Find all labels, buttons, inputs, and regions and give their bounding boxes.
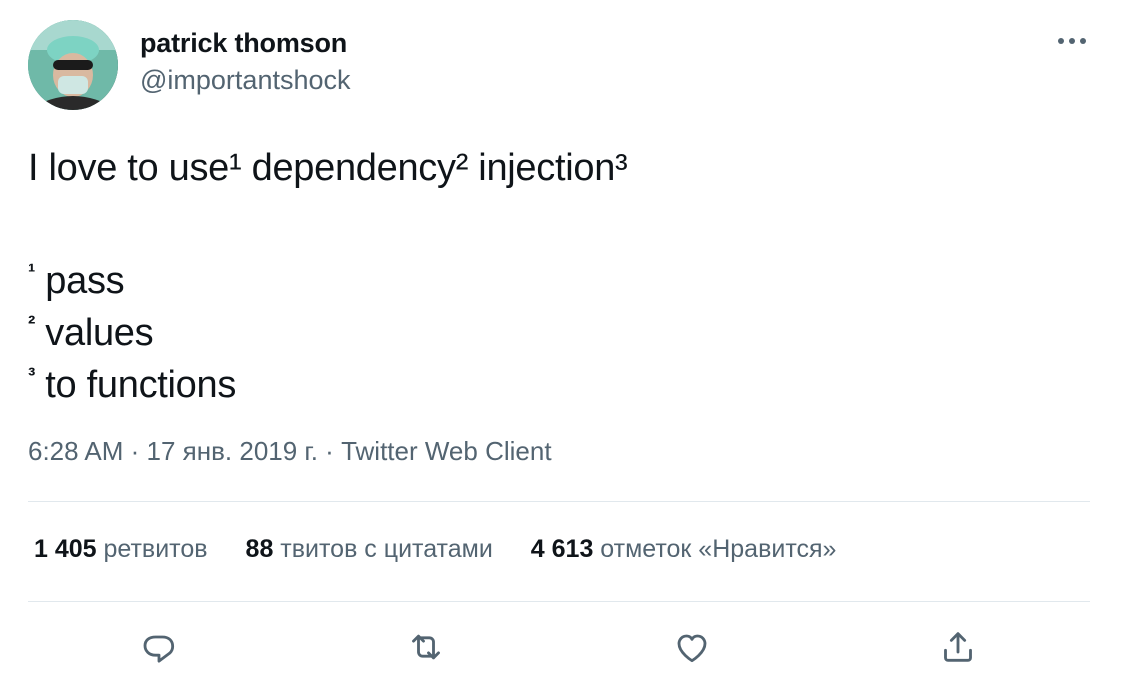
footnote-text: pass: [35, 260, 125, 302]
superscript: ¹: [229, 147, 242, 189]
tweet-source[interactable]: Twitter Web Client: [341, 436, 551, 466]
quote-count: 88: [245, 535, 274, 563]
author-handle[interactable]: @importantshock: [140, 65, 351, 96]
retweet-icon: [412, 634, 440, 660]
heart-icon: [677, 634, 707, 663]
action-bar: [0, 625, 1122, 669]
reply-button[interactable]: [137, 625, 181, 669]
more-options-button[interactable]: [1052, 26, 1092, 56]
footnote-mark: ³: [28, 363, 36, 388]
share-icon: [944, 632, 972, 662]
tweet-metadata: 6:28 AM · 17 янв. 2019 г. · Twitter Web …: [28, 436, 552, 467]
footnote-text: values: [35, 312, 154, 354]
tweet-main-line: I love to use¹ dependency² injection³: [28, 142, 1088, 194]
superscript: ²: [455, 147, 469, 189]
more-horizontal-icon: [1058, 38, 1086, 44]
footnote-line: ² values: [28, 298, 1088, 354]
like-count: 4 613: [530, 535, 594, 563]
text-segment: I love to use: [28, 147, 229, 189]
text-segment: dependency: [241, 147, 456, 189]
retweet-label: ретвитов: [96, 535, 208, 563]
text-segment: injection: [468, 147, 616, 189]
retweets-stat[interactable]: 1 405 ретвитов: [34, 535, 208, 564]
engagement-stats: 1 405 ретвитов 88 твитов с цитатами 4 61…: [34, 535, 836, 564]
meta-separator: ·: [317, 436, 342, 466]
footnote-line: ¹ pass: [28, 246, 1088, 302]
like-button[interactable]: [670, 625, 714, 669]
footnote-mark: ¹: [28, 259, 36, 284]
quote-label: твитов с цитатами: [273, 535, 493, 563]
avatar[interactable]: [28, 20, 118, 110]
like-label: отметок «Нравится»: [593, 535, 837, 563]
tweet-date[interactable]: 17 янв. 2019 г.: [147, 436, 318, 466]
superscript: ³: [615, 147, 628, 189]
retweet-button[interactable]: [404, 625, 448, 669]
author-display-name[interactable]: patrick thomson: [140, 28, 347, 59]
share-button[interactable]: [936, 625, 980, 669]
divider: [28, 501, 1090, 502]
meta-separator: ·: [123, 436, 147, 466]
tweet-text: I love to use¹ dependency² injection³ ¹ …: [28, 142, 1088, 406]
tweet-detail: patrick thomson @importantshock I love t…: [0, 0, 1122, 691]
reply-icon: [143, 635, 175, 663]
likes-stat[interactable]: 4 613 отметок «Нравится»: [531, 535, 837, 564]
footnote-mark: ²: [28, 311, 36, 336]
footnote-line: ³ to functions: [28, 350, 1088, 406]
divider: [28, 601, 1090, 602]
footnote-text: to functions: [35, 364, 237, 406]
retweet-count: 1 405: [34, 535, 97, 563]
tweet-time[interactable]: 6:28 AM: [28, 436, 123, 466]
quote-tweets-stat[interactable]: 88 твитов с цитатами: [246, 535, 493, 564]
